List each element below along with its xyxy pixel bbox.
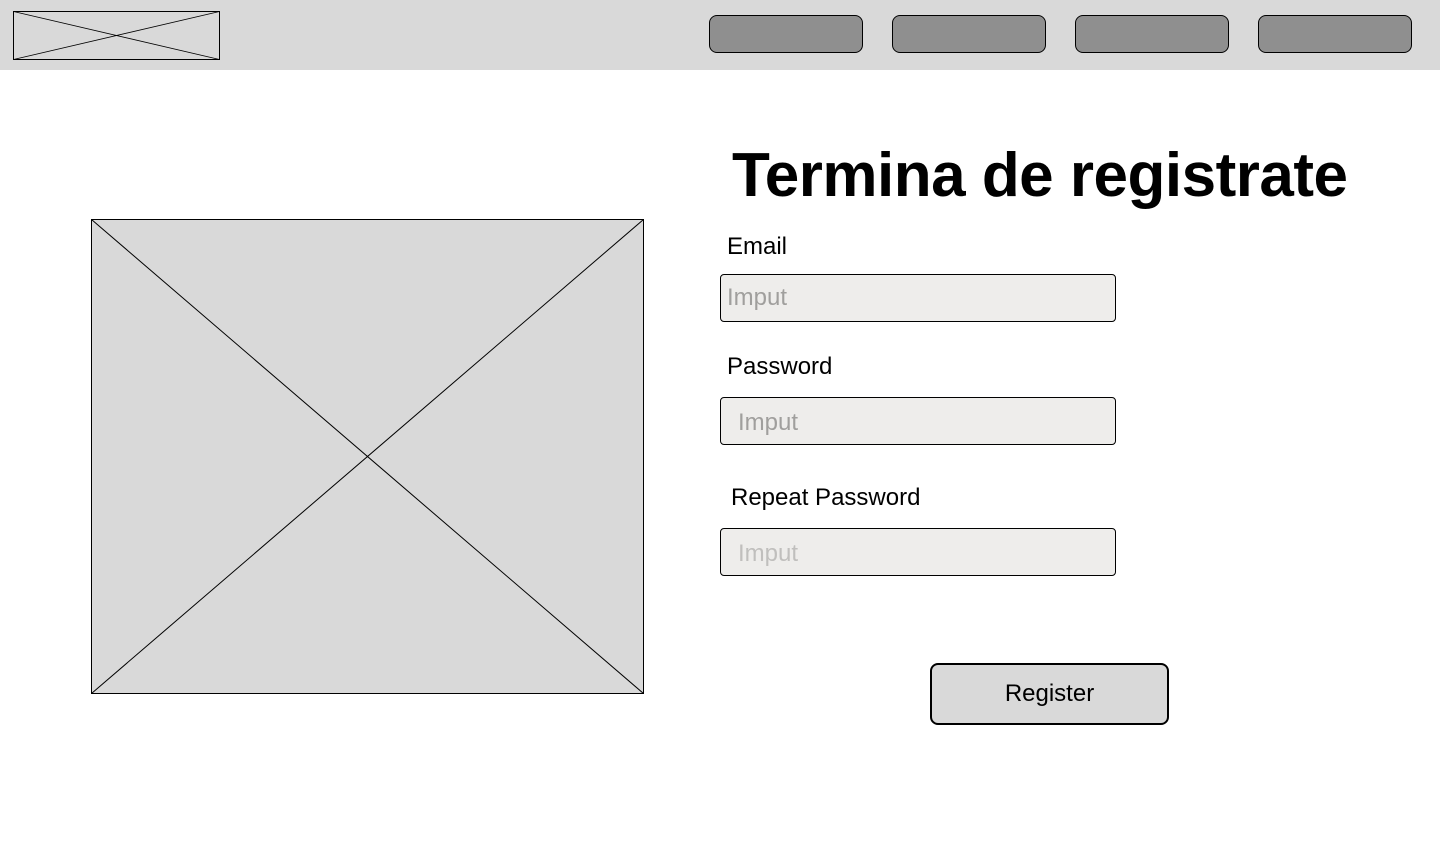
register-button[interactable]: Register [930, 663, 1169, 725]
password-field[interactable] [720, 397, 1116, 445]
repeat-password-label: Repeat Password [731, 484, 921, 511]
top-nav-bar [0, 0, 1440, 70]
email-label: Email [727, 233, 788, 260]
nav-button-2[interactable] [892, 15, 1046, 53]
nav-button-4[interactable] [1258, 15, 1412, 53]
page-title: Termina de registrate [732, 141, 1348, 210]
logo-placeholder-icon[interactable] [13, 11, 220, 60]
repeat-password-field[interactable] [720, 528, 1116, 576]
email-field[interactable] [720, 274, 1116, 322]
image-placeholder-icon [91, 219, 644, 694]
nav-button-1[interactable] [709, 15, 863, 53]
nav-button-3[interactable] [1075, 15, 1229, 53]
password-label: Password [727, 353, 833, 380]
